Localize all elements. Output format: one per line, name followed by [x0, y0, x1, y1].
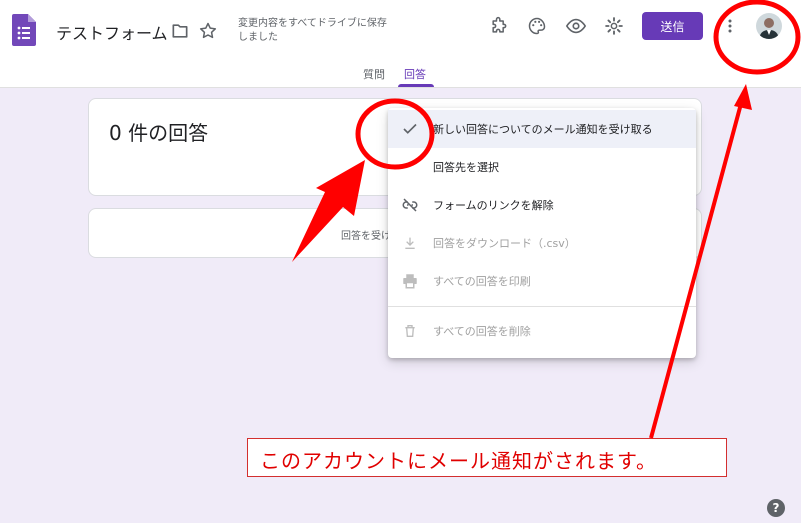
- app-header: テストフォーム 変更内容をすべてドライブに保存しました 送信 質問 回答: [0, 0, 801, 88]
- account-avatar[interactable]: [756, 13, 782, 39]
- folder-icon[interactable]: [167, 18, 193, 44]
- menu-divider: [388, 306, 696, 307]
- forms-app-icon[interactable]: [12, 14, 36, 46]
- tab-questions[interactable]: 質問: [363, 66, 385, 82]
- menu-item-label: フォームのリンクを解除: [433, 199, 554, 212]
- help-icon[interactable]: ?: [767, 499, 785, 517]
- print-icon: [400, 271, 420, 291]
- menu-item-label: すべての回答を削除: [433, 325, 531, 338]
- send-button[interactable]: 送信: [642, 12, 703, 40]
- menu-item-label: 回答先を選択: [433, 161, 499, 174]
- trash-icon: [400, 321, 420, 341]
- active-tab-indicator: [398, 84, 434, 87]
- menu-item-label: 回答をダウンロード（.csv）: [433, 237, 576, 250]
- menu-item-unlink-form[interactable]: フォームのリンクを解除: [388, 186, 696, 224]
- check-icon: [400, 119, 420, 139]
- addon-puzzle-icon[interactable]: [486, 13, 512, 39]
- menu-item-label: すべての回答を印刷: [433, 275, 531, 288]
- palette-icon[interactable]: [524, 13, 550, 39]
- tab-responses[interactable]: 回答: [404, 66, 426, 82]
- response-count: 0 件の回答: [109, 121, 209, 145]
- more-vert-icon[interactable]: [717, 13, 743, 39]
- preview-eye-icon[interactable]: [563, 13, 589, 39]
- settings-gear-icon[interactable]: [601, 13, 627, 39]
- star-icon[interactable]: [195, 18, 221, 44]
- document-title[interactable]: テストフォーム: [56, 20, 168, 44]
- menu-item-select-destination[interactable]: 回答先を選択: [388, 148, 696, 186]
- annotation-callout: このアカウントにメール通知がされます。: [247, 438, 727, 477]
- annotation-text: このアカウントにメール通知がされます。: [260, 449, 657, 473]
- menu-item-download-csv[interactable]: 回答をダウンロード（.csv）: [388, 224, 696, 262]
- menu-item-label: 新しい回答についてのメール通知を受け取る: [433, 123, 653, 136]
- menu-item-delete-all[interactable]: すべての回答を削除: [388, 312, 696, 350]
- responses-more-menu: 新しい回答についてのメール通知を受け取る 回答先を選択 フォームのリンクを解除 …: [388, 108, 696, 358]
- download-icon: [400, 233, 420, 253]
- save-status: 変更内容をすべてドライブに保存しました: [238, 18, 387, 43]
- menu-item-print-all[interactable]: すべての回答を印刷: [388, 262, 696, 300]
- menu-item-email-notifications[interactable]: 新しい回答についてのメール通知を受け取る: [388, 110, 696, 148]
- link-off-icon: [400, 195, 420, 215]
